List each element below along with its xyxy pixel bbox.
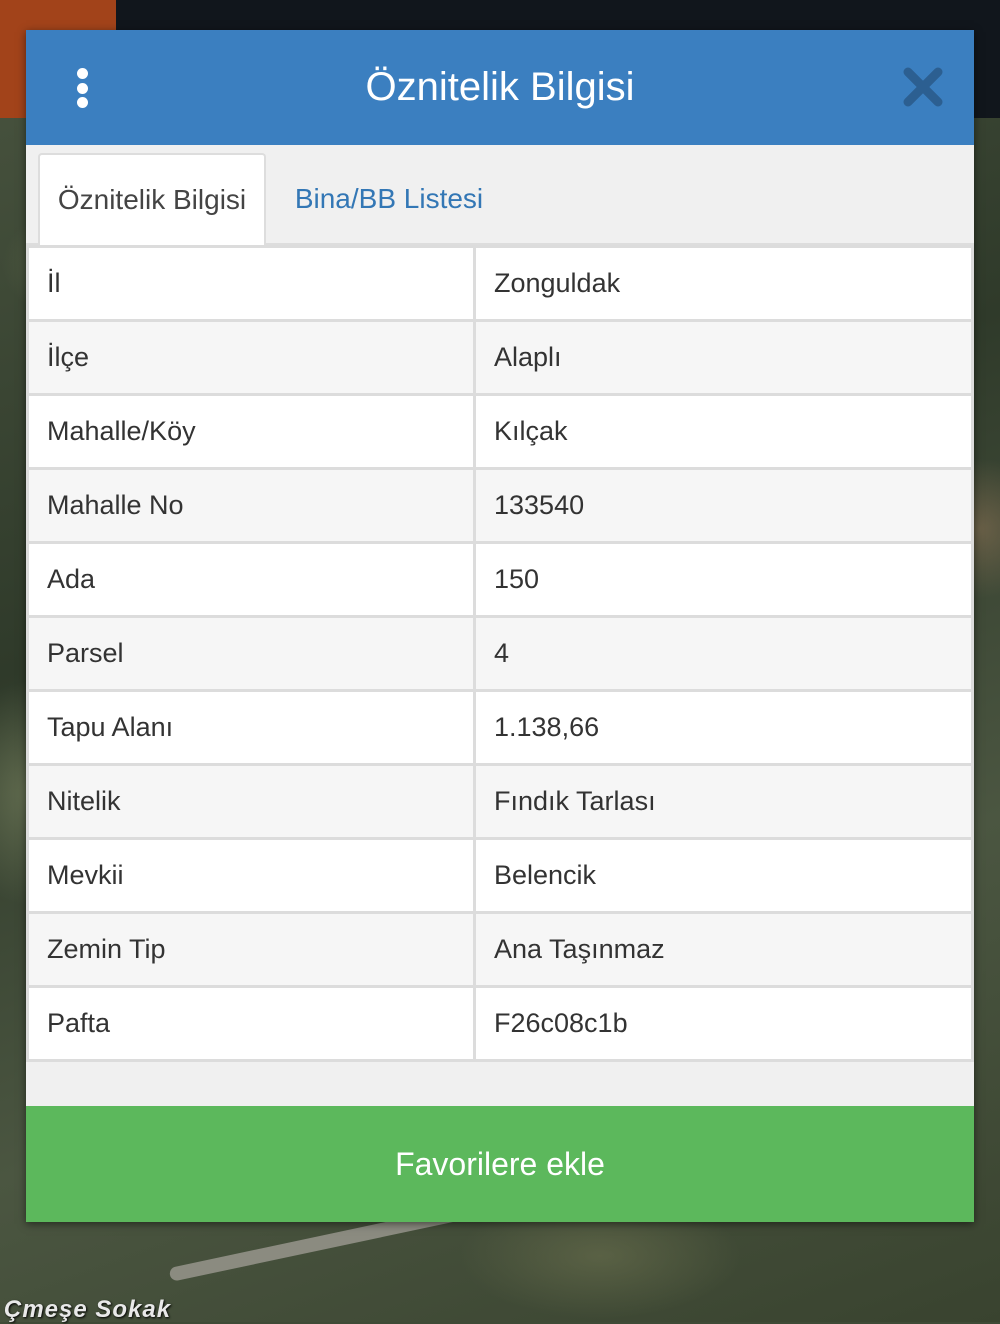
attribute-key: Mahalle No [26, 467, 476, 544]
attribute-key: Pafta [26, 985, 476, 1062]
table-row: İl Zonguldak [26, 245, 974, 322]
table-row: Zemin Tip Ana Taşınmaz [26, 911, 974, 988]
table-row: Mevkii Belencik [26, 837, 974, 914]
attribute-value: Ana Taşınmaz [473, 911, 974, 988]
more-vertical-icon[interactable] [62, 60, 102, 116]
attribute-value: Belencik [473, 837, 974, 914]
menu-dot [76, 68, 88, 79]
attribute-value: 133540 [473, 467, 974, 544]
table-row: Mahalle/Köy Kılçak [26, 393, 974, 470]
add-to-favorites-button[interactable]: Favorilere ekle [26, 1106, 974, 1222]
attribute-key: Mahalle/Köy [26, 393, 476, 470]
map-street-label: Çmeşe Sokak [4, 1296, 172, 1323]
attribute-key: Nitelik [26, 763, 476, 840]
table-row: Pafta F26c08c1b [26, 985, 974, 1062]
attribute-key: Zemin Tip [26, 911, 476, 988]
attribute-table: İl Zonguldak İlçe Alaplı Mahalle/Köy Kıl… [26, 245, 974, 1062]
table-row: Mahalle No 133540 [26, 467, 974, 544]
menu-dot [76, 97, 88, 108]
modal-title: Öznitelik Bilgisi [365, 65, 635, 109]
attribute-value: 150 [473, 541, 974, 618]
table-row: İlçe Alaplı [26, 319, 974, 396]
attribute-key: Parsel [26, 615, 476, 692]
tab-attribute-info[interactable]: Öznitelik Bilgisi [38, 153, 266, 245]
attribute-key: Ada [26, 541, 476, 618]
table-row: Tapu Alanı 1.138,66 [26, 689, 974, 766]
attribute-key: Mevkii [26, 837, 476, 914]
attribute-key: İlçe [26, 319, 476, 396]
close-icon[interactable] [898, 62, 948, 112]
menu-dot [76, 82, 88, 94]
table-row: Ada 150 [26, 541, 974, 618]
attribute-value: 1.138,66 [473, 689, 974, 766]
table-row: Nitelik Fındık Tarlası [26, 763, 974, 840]
tab-building-list[interactable]: Bina/BB Listesi [284, 153, 494, 245]
tab-bar: Öznitelik Bilgisi Bina/BB Listesi [26, 145, 974, 245]
modal-header: Öznitelik Bilgisi [26, 30, 974, 145]
attribute-value: Alaplı [473, 319, 974, 396]
attribute-value: F26c08c1b [473, 985, 974, 1062]
attribute-value: Kılçak [473, 393, 974, 470]
attribute-value: Fındık Tarlası [473, 763, 974, 840]
table-row: Parsel 4 [26, 615, 974, 692]
attribute-value: Zonguldak [473, 245, 974, 322]
attribute-key: İl [26, 245, 476, 322]
attribute-value: 4 [473, 615, 974, 692]
attribute-info-modal: Öznitelik Bilgisi Öznitelik Bilgisi Bina… [26, 30, 974, 1222]
attribute-key: Tapu Alanı [26, 689, 476, 766]
